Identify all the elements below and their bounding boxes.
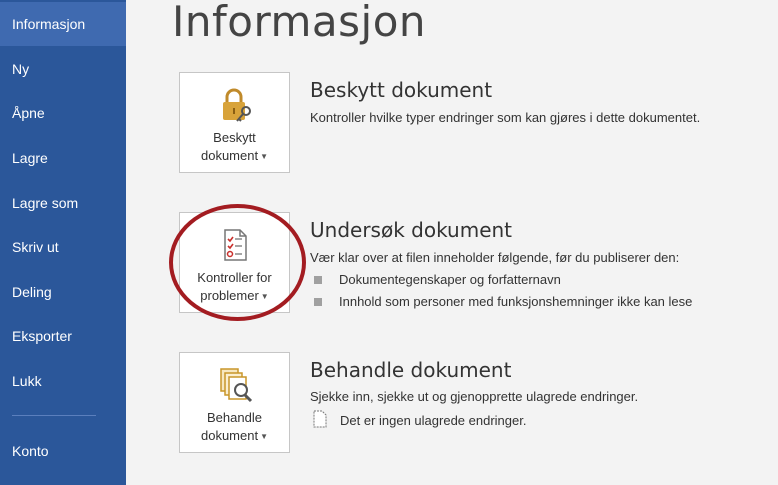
bullet-text: Dokumentegenskaper og forfatternavn <box>339 272 561 287</box>
backstage-sidebar: Informasjon Ny Åpne Lagre Lagre som Skri… <box>0 0 126 485</box>
chevron-down-icon: ▼ <box>260 291 269 301</box>
check-issues-button-line1: Kontroller for <box>197 270 272 285</box>
protect-document-button[interactable]: Beskytt dokument ▼ <box>179 72 290 173</box>
sidebar-item-ny[interactable]: Ny <box>0 47 126 91</box>
manage-document-button[interactable]: Behandle dokument ▼ <box>179 352 290 453</box>
unsaved-changes-note: Det er ingen ulagrede endringer. <box>312 410 526 431</box>
check-issues-button-line2: problemer <box>200 288 259 303</box>
inspect-section-desc: Vær klar over at filen inneholder følgen… <box>310 250 680 265</box>
manage-button-label: Behandle dokument ▼ <box>201 409 268 446</box>
sidebar-item-label: Konto <box>12 443 49 459</box>
sidebar-item-deling[interactable]: Deling <box>0 270 126 314</box>
protect-section-title: Beskytt dokument <box>310 78 493 102</box>
protect-button-label: Beskytt dokument ▼ <box>201 129 268 166</box>
lock-key-icon <box>215 85 255 125</box>
inspect-section-title: Undersøk dokument <box>310 218 513 242</box>
sidebar-item-apne[interactable]: Åpne <box>0 91 126 135</box>
sidebar-item-label: Skriv ut <box>12 239 59 255</box>
sidebar-item-eksporter[interactable]: Eksporter <box>0 314 126 358</box>
sidebar-item-label: Ny <box>12 61 30 77</box>
sidebar-item-label: Lagre <box>12 150 48 166</box>
bullet-icon <box>314 275 322 284</box>
protect-section-desc: Kontroller hvilke typer endringer som ka… <box>310 110 701 125</box>
sidebar-item-informasjon[interactable]: Informasjon <box>0 2 126 46</box>
document-icon <box>312 410 328 431</box>
manage-section-title: Behandle dokument <box>310 358 512 382</box>
list-item: Innhold som personer med funksjonshemnin… <box>314 294 692 309</box>
sidebar-item-lagre[interactable]: Lagre <box>0 136 126 180</box>
protect-button-line1: Beskytt <box>213 130 256 145</box>
sidebar-item-konto[interactable]: Konto <box>0 429 126 473</box>
sidebar-item-skriv-ut[interactable]: Skriv ut <box>0 225 126 269</box>
manage-button-line2: dokument <box>200 428 259 443</box>
sidebar-item-label: Lagre som <box>12 195 79 211</box>
sidebar-divider <box>12 415 96 416</box>
manage-section-desc: Sjekke inn, sjekke ut og gjenopprette ul… <box>310 389 639 404</box>
bullet-text: Innhold som personer med funksjonshemnin… <box>339 294 693 309</box>
check-issues-button-label: Kontroller for problemer ▼ <box>197 269 271 306</box>
bullet-icon <box>314 297 322 306</box>
manage-button-line1: Behandle <box>207 410 262 425</box>
manage-document-icon <box>215 365 255 405</box>
unsaved-changes-text: Det er ingen ulagrede endringer. <box>340 413 527 428</box>
chevron-down-icon: ▼ <box>260 431 268 441</box>
check-for-issues-button[interactable]: Kontroller for problemer ▼ <box>179 212 290 313</box>
inspect-document-icon <box>215 225 255 265</box>
sidebar-item-lagre-som[interactable]: Lagre som <box>0 181 126 225</box>
sidebar-item-label: Informasjon <box>12 16 86 32</box>
sidebar-item-label: Lukk <box>12 373 42 389</box>
sidebar-item-label: Deling <box>12 284 52 300</box>
list-item: Dokumentegenskaper og forfatternavn <box>314 272 561 287</box>
protect-button-line2: dokument <box>200 148 259 163</box>
page-title: Informasjon <box>172 0 427 46</box>
sidebar-item-label: Eksporter <box>12 328 72 344</box>
sidebar-item-lukk[interactable]: Lukk <box>0 359 126 403</box>
chevron-down-icon: ▼ <box>260 151 268 161</box>
sidebar-item-label: Åpne <box>12 105 45 121</box>
